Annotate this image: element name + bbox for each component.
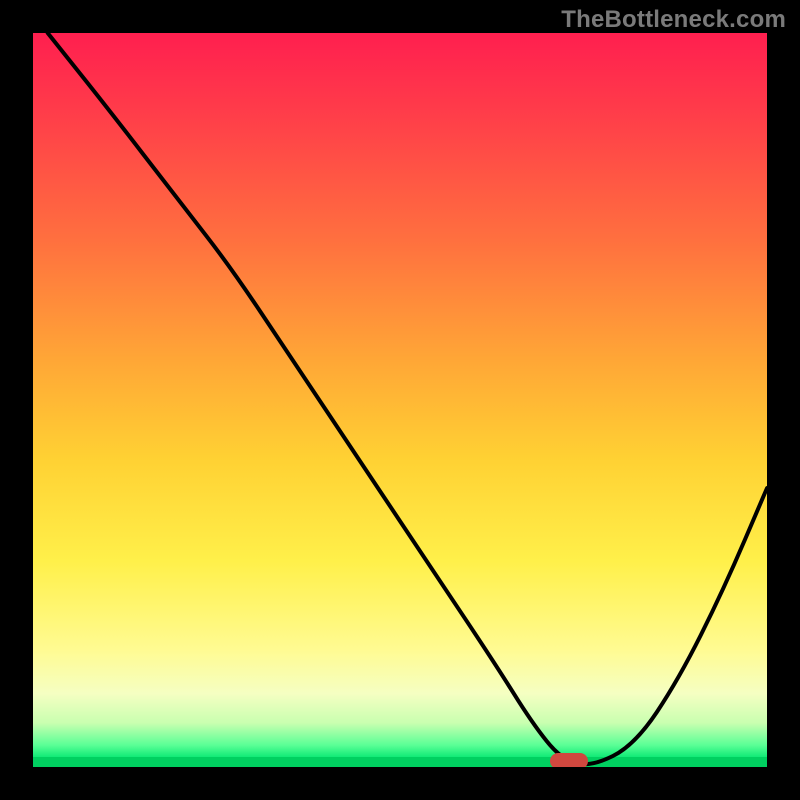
plot-area	[33, 33, 767, 767]
curve-svg	[33, 33, 767, 767]
curve-path	[48, 33, 767, 764]
optimum-marker	[550, 753, 588, 767]
chart-stage: TheBottleneck.com	[0, 0, 800, 800]
watermark-text: TheBottleneck.com	[561, 6, 786, 34]
